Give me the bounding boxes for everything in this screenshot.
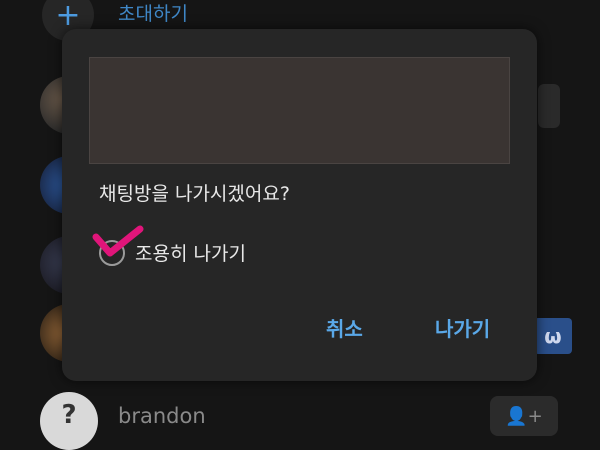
invite-label: 초대하기 — [118, 2, 188, 25]
add-friend-button[interactable]: 👤+ — [490, 396, 558, 436]
cancel-button[interactable]: 취소 — [326, 313, 363, 342]
quiet-leave-label[interactable]: 조용히 나가기 — [135, 239, 246, 266]
member-name[interactable]: brandon — [118, 404, 206, 428]
dialog-image — [89, 57, 510, 164]
watermark-glyph: ω — [544, 324, 562, 348]
leave-chat-dialog: 채팅방을 나가시겠어요? 조용히 나가기 취소 나가기 — [62, 29, 537, 381]
avatar-unknown[interactable]: ? — [40, 392, 98, 450]
dialog-message: 채팅방을 나가시겠어요? — [99, 183, 290, 205]
checkmark-icon — [92, 225, 144, 257]
add-friend-icon: 👤+ — [505, 405, 543, 427]
leave-button[interactable]: 나가기 — [435, 313, 490, 342]
watermark-logo: ω — [534, 318, 572, 354]
member-action-button[interactable] — [538, 84, 560, 128]
